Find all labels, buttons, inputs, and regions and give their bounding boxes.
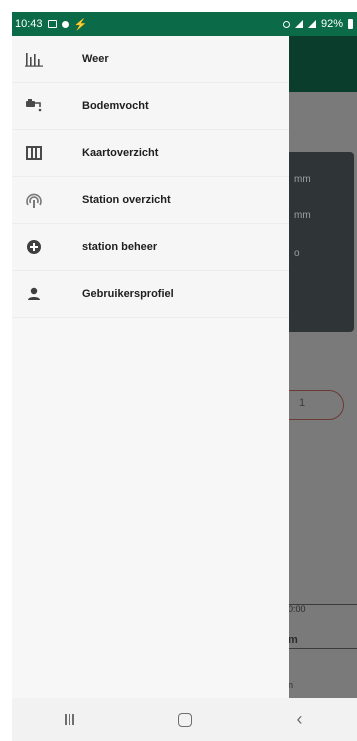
pill-text: 1 (299, 397, 306, 409)
system-navigation-bar: ‹ (12, 698, 357, 741)
card-text-1: mm (294, 174, 311, 185)
back-icon: ‹ (296, 709, 303, 729)
home-icon (177, 712, 192, 727)
menu-item-station-beheer[interactable]: station beheer (12, 224, 289, 271)
recent-apps-icon (65, 714, 74, 725)
battery-level: 92% (320, 18, 343, 30)
navigation-drawer: Weer Bodemvocht Kaartoverzicht Station o… (12, 36, 289, 698)
status-left: 10:43 ⚡ (15, 18, 87, 31)
card-text-3: o (294, 248, 300, 259)
menu-item-kaartoverzicht[interactable]: Kaartoverzicht (12, 130, 289, 177)
menu-item-label: Gebruikersprofiel (82, 288, 174, 300)
card-text-2: mm (294, 210, 311, 221)
menu-item-bodemvocht[interactable]: Bodemvocht (12, 83, 289, 130)
menu-item-label: Bodemvocht (82, 100, 149, 112)
menu-item-gebruikersprofiel[interactable]: Gebruikersprofiel (12, 271, 289, 318)
battery-icon (348, 19, 353, 29)
bolt-icon: ⚡ (73, 18, 88, 31)
recent-apps-button[interactable] (50, 705, 90, 735)
bar-chart-icon (25, 50, 43, 68)
bg-small-text-2: m (288, 634, 298, 646)
menu-item-label: station beheer (82, 241, 158, 253)
person-icon (25, 285, 43, 303)
map-icon (25, 144, 43, 162)
bg-small-text-1: 0:00 (288, 604, 306, 614)
divider (288, 648, 357, 649)
status-right: 92% (282, 18, 353, 30)
signal-icon (307, 20, 316, 28)
status-bar: 10:43 ⚡ 92% (12, 12, 357, 36)
menu-item-label: Station overzicht (82, 194, 171, 206)
mute-icon (282, 20, 290, 28)
home-button[interactable] (165, 705, 205, 735)
notification-icon (61, 20, 69, 28)
wifi-icon (294, 20, 303, 28)
tap-icon (25, 97, 43, 115)
broadcast-icon (25, 191, 43, 209)
back-button[interactable]: ‹ (280, 705, 320, 735)
add-circle-icon (25, 238, 43, 256)
menu-item-label: Kaartoverzicht (82, 147, 159, 159)
menu-item-station-overzicht[interactable]: Station overzicht (12, 177, 289, 224)
gallery-icon (47, 20, 57, 28)
menu-item-weer[interactable]: Weer (12, 36, 289, 83)
status-time: 10:43 (15, 18, 43, 30)
menu-item-label: Weer (82, 53, 109, 65)
